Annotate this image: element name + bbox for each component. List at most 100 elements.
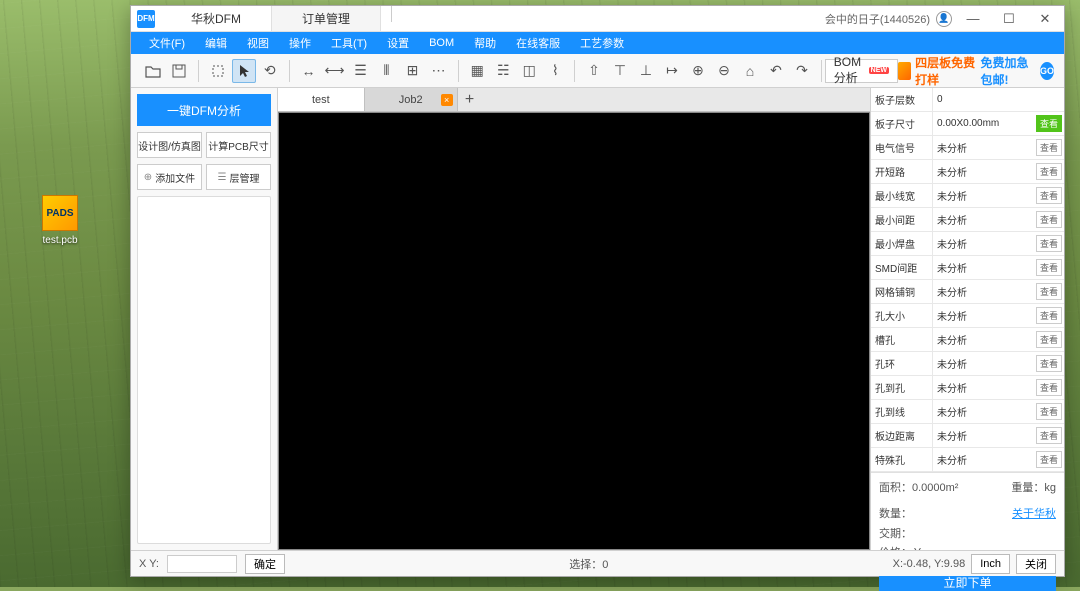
- view-button[interactable]: 查看: [1036, 139, 1062, 156]
- dimension-icon[interactable]: ⟷: [323, 59, 347, 83]
- view-button[interactable]: 查看: [1036, 283, 1062, 300]
- view-button[interactable]: 查看: [1036, 331, 1062, 348]
- zoom-out-icon[interactable]: ⊖: [712, 59, 736, 83]
- view-button[interactable]: 查看: [1036, 451, 1062, 468]
- view-button[interactable]: 查看: [1036, 379, 1062, 396]
- measure-icon[interactable]: ↔: [297, 59, 321, 83]
- design-sim-button[interactable]: 设计图/仿真图: [137, 132, 202, 158]
- trace-icon[interactable]: ⌇: [543, 59, 567, 83]
- about-link[interactable]: 关于华秋: [1012, 505, 1056, 525]
- prop-label: 孔环: [871, 352, 933, 375]
- prop-row: 槽孔未分析查看: [871, 328, 1064, 352]
- user-icon[interactable]: 👤: [936, 11, 952, 27]
- top-view-icon[interactable]: ⊤: [608, 59, 632, 83]
- prop-label: 电气信号: [871, 136, 933, 159]
- go-button[interactable]: GO: [1040, 62, 1054, 80]
- layer-mgmt-button[interactable]: ☰层管理: [206, 164, 271, 190]
- tab-job2[interactable]: Job2×: [365, 88, 458, 111]
- pcb-canvas[interactable]: [278, 112, 870, 550]
- grid-icon[interactable]: ⊞: [401, 59, 425, 83]
- prop-value: 未分析: [933, 328, 1034, 351]
- prop-row: 网格铺铜未分析查看: [871, 280, 1064, 304]
- prop-label: SMD间距: [871, 256, 933, 279]
- align-h-icon[interactable]: ☰: [349, 59, 373, 83]
- menu-process[interactable]: 工艺参数: [570, 32, 634, 54]
- minimize-button[interactable]: —: [958, 7, 988, 31]
- select-tool-icon[interactable]: [206, 59, 230, 83]
- document-tabs: test Job2× +: [278, 88, 870, 112]
- more-icon[interactable]: ⋯: [427, 59, 451, 83]
- view-button[interactable]: 查看: [1036, 355, 1062, 372]
- close-tab-icon[interactable]: ×: [441, 94, 453, 106]
- close-button[interactable]: ✕: [1030, 7, 1060, 31]
- menu-help[interactable]: 帮助: [464, 32, 506, 54]
- menu-view[interactable]: 视图: [237, 32, 279, 54]
- qty-label: 数量：: [879, 505, 912, 525]
- layers-icon[interactable]: ☵: [491, 59, 515, 83]
- area-label: 面积：0.0000m²: [879, 479, 958, 499]
- left-panel: 一键DFM分析 设计图/仿真图 计算PCB尺寸 ⊕添加文件 ☰层管理: [131, 88, 278, 550]
- desktop-file-icon[interactable]: PADS test.pcb: [35, 195, 85, 246]
- menu-file[interactable]: 文件(F): [139, 32, 195, 54]
- save-icon[interactable]: [167, 59, 191, 83]
- prop-value: 未分析: [933, 424, 1034, 447]
- menu-settings[interactable]: 设置: [377, 32, 419, 54]
- close-status-button[interactable]: 关闭: [1016, 554, 1056, 574]
- add-tab-button[interactable]: +: [458, 88, 482, 112]
- title-bar: DFM 华秋DFM 订单管理 会中的日子(1440526) 👤 — ☐ ✕: [131, 6, 1064, 32]
- dfm-analyze-button[interactable]: 一键DFM分析: [137, 94, 271, 126]
- export-icon[interactable]: ⇧: [582, 59, 606, 83]
- unit-button[interactable]: Inch: [971, 554, 1010, 574]
- selection-status: 选择：0: [293, 556, 885, 572]
- add-file-button[interactable]: ⊕添加文件: [137, 164, 202, 190]
- promo-banner[interactable]: 四层板免费打样 免费加急包邮! GO: [898, 54, 1058, 88]
- prop-label: 孔到孔: [871, 376, 933, 399]
- view-button[interactable]: 查看: [1036, 403, 1062, 420]
- tab-test[interactable]: test: [278, 88, 365, 111]
- next-icon[interactable]: ↦: [660, 59, 684, 83]
- open-icon[interactable]: [141, 59, 165, 83]
- pointer-tool-icon[interactable]: [232, 59, 256, 83]
- view-button[interactable]: 查看: [1036, 163, 1062, 180]
- title-tab-dfm[interactable]: 华秋DFM: [161, 6, 272, 31]
- module-icon[interactable]: ▦: [465, 59, 489, 83]
- prop-row: 孔大小未分析查看: [871, 304, 1064, 328]
- prop-value: 未分析: [933, 208, 1034, 231]
- align-v-icon[interactable]: ⦀: [375, 59, 399, 83]
- maximize-button[interactable]: ☐: [994, 7, 1024, 31]
- menu-online[interactable]: 在线客服: [506, 32, 570, 54]
- menu-bom[interactable]: BOM: [419, 32, 464, 54]
- component-icon[interactable]: ◫: [517, 59, 541, 83]
- view-button[interactable]: 查看: [1036, 259, 1062, 276]
- prop-label: 板子层数: [871, 88, 933, 111]
- prop-row: 孔到线未分析查看: [871, 400, 1064, 424]
- center-area: test Job2× +: [278, 88, 870, 550]
- rotate-icon[interactable]: ⟲: [258, 59, 282, 83]
- title-tab-orders[interactable]: 订单管理: [272, 6, 381, 31]
- bottom-view-icon[interactable]: ⊥: [634, 59, 658, 83]
- calc-pcb-button[interactable]: 计算PCB尺寸: [206, 132, 271, 158]
- view-button[interactable]: 查看: [1036, 187, 1062, 204]
- prop-row: 开短路未分析查看: [871, 160, 1064, 184]
- properties-table: 板子层数0板子尺寸0.00X0.00mm查看电气信号未分析查看开短路未分析查看最…: [871, 88, 1064, 472]
- undo-icon[interactable]: ↶: [764, 59, 788, 83]
- menu-tools[interactable]: 工具(T): [321, 32, 377, 54]
- xy-input[interactable]: [167, 555, 237, 573]
- menu-edit[interactable]: 编辑: [195, 32, 237, 54]
- redo-icon[interactable]: ↷: [790, 59, 814, 83]
- menu-operate[interactable]: 操作: [279, 32, 321, 54]
- layer-list[interactable]: [137, 196, 271, 544]
- confirm-button[interactable]: 确定: [245, 554, 285, 574]
- prop-row: 孔到孔未分析查看: [871, 376, 1064, 400]
- bom-analyze-button[interactable]: BOM分析NEW: [825, 59, 898, 83]
- order-now-button[interactable]: 立即下单: [879, 574, 1056, 591]
- view-button[interactable]: 查看: [1036, 307, 1062, 324]
- zoom-in-icon[interactable]: ⊕: [686, 59, 710, 83]
- view-button[interactable]: 查看: [1036, 115, 1062, 132]
- home-icon[interactable]: ⌂: [738, 59, 762, 83]
- prop-label: 最小间距: [871, 208, 933, 231]
- view-button[interactable]: 查看: [1036, 211, 1062, 228]
- prop-row: 板子层数0: [871, 88, 1064, 112]
- view-button[interactable]: 查看: [1036, 427, 1062, 444]
- view-button[interactable]: 查看: [1036, 235, 1062, 252]
